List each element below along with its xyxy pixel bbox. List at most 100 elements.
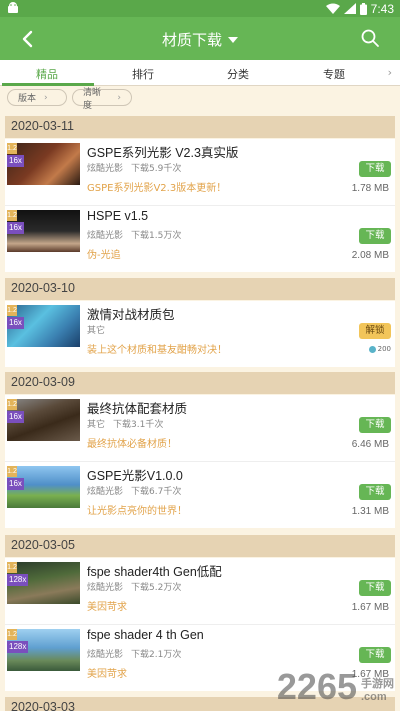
item-author: 炫酷光影 xyxy=(87,487,124,497)
resolution-badge: 16x xyxy=(7,478,24,490)
battery-icon xyxy=(359,2,367,15)
watermark-url: .com xyxy=(361,691,387,703)
list-item[interactable]: 1.2 16x 激情对战材质包 其它 装上这个材质和基友酣畅对决！ 解锁 200 xyxy=(5,301,395,367)
version-badge: 1.2 xyxy=(7,305,17,316)
list-item[interactable]: 1.2 16x GSPE光影V1.0.0 炫酷光影 下载6.7千次 让光影点亮你的… xyxy=(5,462,395,528)
coin-cost: 200 xyxy=(368,345,391,353)
version-badge: 1.2 xyxy=(7,562,17,573)
item-downloads: 下载5.9千次 xyxy=(131,164,182,174)
download-button[interactable]: 下载 xyxy=(359,647,391,663)
filter-clarity-label: 清晰度 xyxy=(83,87,102,111)
item-desc: 美因苛求 xyxy=(87,602,127,613)
version-badge: 1.2 xyxy=(7,143,17,154)
resolution-badge: 128x xyxy=(7,641,29,653)
android-icon xyxy=(8,2,18,13)
download-button[interactable]: 下载 xyxy=(359,484,391,500)
item-downloads: 下载1.5万次 xyxy=(131,231,182,241)
item-name: GSPE系列光影 V2.3真实版 xyxy=(87,146,239,160)
thumbnail: 1.2 16x xyxy=(7,143,80,185)
item-desc: 让光影点亮你的世界！ xyxy=(87,506,187,517)
title-dropdown[interactable]: 材质下载 xyxy=(0,29,400,50)
resolution-badge: 16x xyxy=(7,411,24,423)
item-downloads: 下载6.7千次 xyxy=(131,487,182,497)
watermark-logo: 2265 手游网 .com xyxy=(277,666,394,708)
file-size: 1.78 MB xyxy=(351,183,389,194)
item-meta: 炫酷光影 下载5.2万次 xyxy=(87,580,189,593)
date-header: 2020-03-11 xyxy=(5,116,395,138)
version-badge: 1.2 xyxy=(7,466,17,477)
signal-icon xyxy=(343,3,356,14)
filter-version-label: 版本 xyxy=(18,94,37,104)
item-name: 激情对战材质包 xyxy=(87,308,175,322)
list-item[interactable]: 1.2 16x GSPE系列光影 V2.3真实版 炫酷光影 下载5.9千次 GSP… xyxy=(5,139,395,205)
wifi-icon xyxy=(325,3,340,14)
item-meta: 炫酷光影 下载5.9千次 xyxy=(87,161,189,174)
item-desc: 最终抗体必备材质！ xyxy=(87,439,177,450)
item-desc: GSPE系列光影V2.3版本更新！ xyxy=(87,183,227,194)
file-size: 1.31 MB xyxy=(351,506,389,517)
search-icon[interactable] xyxy=(360,28,380,48)
coin-icon xyxy=(368,345,376,353)
list-item[interactable]: 1.2 128x fspe shader4th Gen低配 炫酷光影 下载5.2万… xyxy=(5,558,395,624)
file-size: 1.67 MB xyxy=(351,602,389,613)
item-author: 其它 xyxy=(87,420,106,430)
filter-bar: 版本 › 清晰度 › xyxy=(0,86,400,111)
version-badge: 1.2 xyxy=(7,399,17,410)
thumbnail: 1.2 16x xyxy=(7,210,80,252)
item-name: fspe shader 4 th Gen xyxy=(87,628,204,642)
thumbnail: 1.2 16x xyxy=(7,305,80,347)
status-bar: 7:43 xyxy=(0,0,400,17)
item-desc: 美因苛求 xyxy=(87,669,127,680)
item-downloads: 下载3.1千次 xyxy=(113,420,164,430)
chevron-right-icon[interactable]: › xyxy=(388,66,392,79)
item-name: 最终抗体配套材质 xyxy=(87,402,188,416)
resolution-badge: 16x xyxy=(7,222,24,234)
item-author: 炫酷光影 xyxy=(87,650,124,660)
file-size: 6.46 MB xyxy=(351,439,389,450)
thumbnail: 1.2 128x xyxy=(7,562,80,604)
item-name: fspe shader4th Gen低配 xyxy=(87,565,222,579)
app-bar: 材质下载 xyxy=(0,17,400,60)
item-meta: 炫酷光影 下载1.5万次 xyxy=(87,228,189,241)
list-item[interactable]: 1.2 16x HSPE v1.5 炫酷光影 下载1.5万次 伪-光追 下载 2.… xyxy=(5,206,395,272)
thumbnail: 1.2 16x xyxy=(7,466,80,508)
filter-version[interactable]: 版本 › xyxy=(7,89,67,106)
unlock-button[interactable]: 解锁 xyxy=(359,323,391,339)
file-size: 2.08 MB xyxy=(351,250,389,261)
download-button[interactable]: 下载 xyxy=(359,228,391,244)
item-author: 炫酷光影 xyxy=(87,164,124,174)
watermark-brand: 2265 xyxy=(276,666,357,707)
tab-featured[interactable]: 精品 xyxy=(36,66,58,82)
resolution-badge: 128x xyxy=(7,574,29,586)
item-downloads: 下载5.2万次 xyxy=(131,583,182,593)
download-button[interactable]: 下载 xyxy=(359,417,391,433)
tab-category[interactable]: 分类 xyxy=(227,66,249,82)
item-downloads: 下载2.1万次 xyxy=(131,650,182,660)
item-desc: 伪-光追 xyxy=(87,250,121,261)
version-badge: 1.2 xyxy=(7,629,17,640)
download-button[interactable]: 下载 xyxy=(359,161,391,177)
list-item[interactable]: 1.2 16x 最终抗体配套材质 其它 下载3.1千次 最终抗体必备材质！ 下载 … xyxy=(5,395,395,461)
chevron-right-icon: › xyxy=(44,92,48,103)
resolution-badge: 16x xyxy=(7,155,24,167)
tab-topics[interactable]: 专题 xyxy=(323,66,345,82)
item-desc: 装上这个材质和基友酣畅对决！ xyxy=(87,345,227,356)
item-name: GSPE光影V1.0.0 xyxy=(87,469,183,483)
tab-bar: 精品 排行 分类 专题 › xyxy=(0,60,400,86)
date-header: 2020-03-09 xyxy=(5,372,395,394)
page-title: 材质下载 xyxy=(161,31,222,49)
item-author: 炫酷光影 xyxy=(87,583,124,593)
item-name: HSPE v1.5 xyxy=(87,209,149,223)
thumbnail: 1.2 128x xyxy=(7,629,80,671)
thumbnail: 1.2 16x xyxy=(7,399,80,441)
chevron-right-icon: › xyxy=(117,92,121,103)
clock: 7:43 xyxy=(370,1,394,16)
tab-ranking[interactable]: 排行 xyxy=(132,66,154,82)
item-meta: 炫酷光影 下载2.1万次 xyxy=(87,647,189,660)
date-header: 2020-03-05 xyxy=(5,535,395,557)
watermark-cn: 手游网 xyxy=(361,678,394,690)
item-author: 其它 xyxy=(87,326,106,336)
coin-amount: 200 xyxy=(377,345,391,353)
filter-clarity[interactable]: 清晰度 › xyxy=(72,88,132,111)
download-button[interactable]: 下载 xyxy=(359,580,391,596)
